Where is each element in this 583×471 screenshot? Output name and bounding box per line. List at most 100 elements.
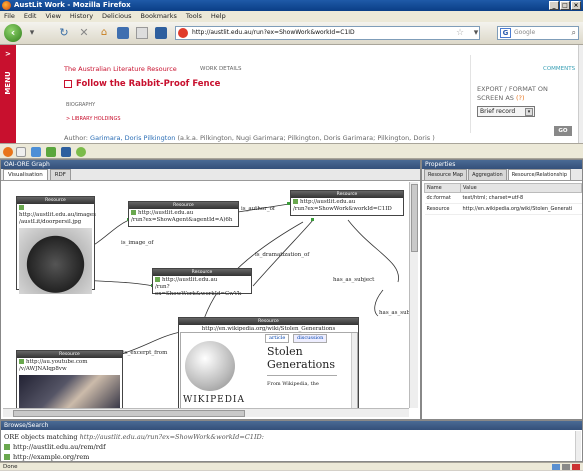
export-help-link[interactable]: (?) bbox=[516, 94, 525, 102]
export-format-select[interactable]: Brief record ▾ bbox=[477, 106, 535, 117]
video-thumbnail-image bbox=[19, 375, 120, 408]
search-input[interactable]: G Google ⌕ bbox=[497, 26, 579, 40]
edge-label-has-as-subject: has_as_subject bbox=[333, 277, 375, 283]
menu-edit[interactable]: Edit bbox=[24, 11, 37, 22]
tab-resource-map[interactable]: Resource Map bbox=[424, 169, 468, 180]
node-url-line2: /v/AWJNAIqp8vw bbox=[19, 366, 67, 372]
wikipedia-wordmark: WIKIPEDIA bbox=[183, 395, 245, 405]
reload-icon[interactable]: ↻ bbox=[58, 27, 70, 39]
open-icon[interactable] bbox=[31, 147, 41, 157]
minimize-button[interactable]: _ bbox=[549, 1, 559, 10]
author-aka: (a.k.a. Pilkington, Nugi Garimara; Pilki… bbox=[177, 134, 435, 142]
library-holdings-link[interactable]: > LIBRARY HOLDINGS bbox=[66, 116, 121, 122]
matching-query: http://austlit.edu.au/run?ex=ShowWork&wo… bbox=[79, 433, 264, 441]
ore-logo-icon[interactable] bbox=[3, 147, 13, 157]
graph-canvas[interactable]: Resource http://austlit.edu.au/images /a… bbox=[3, 182, 409, 408]
forward-dropdown-icon[interactable]: ▾ bbox=[26, 27, 38, 39]
graph-node-dramatization[interactable]: Resource http://austlit.edu.au /run?ex=S… bbox=[152, 268, 252, 297]
firebug-icon[interactable] bbox=[572, 464, 580, 470]
property-value[interactable]: http://en.wikipedia.org/wiki/Stolen_Gene… bbox=[460, 203, 582, 215]
delicious-icon[interactable] bbox=[552, 464, 560, 470]
menu-tools[interactable]: Tools bbox=[186, 11, 202, 22]
menu-history[interactable]: History bbox=[70, 11, 93, 22]
maximize-button[interactable]: □ bbox=[560, 1, 570, 10]
column-header-name[interactable]: Name bbox=[424, 183, 461, 193]
graph-vertical-scrollbar[interactable] bbox=[409, 182, 418, 408]
search-icon[interactable]: ⌕ bbox=[572, 27, 576, 39]
new-document-icon[interactable] bbox=[16, 147, 26, 157]
wiki-tab-article[interactable]: article bbox=[265, 334, 290, 343]
matching-prefix: ORE objects matching bbox=[4, 433, 78, 441]
property-value[interactable]: text/html; charset=utf-8 bbox=[460, 192, 582, 204]
table-row[interactable]: Resource http://en.wikipedia.org/wiki/St… bbox=[424, 203, 582, 215]
wikipedia-preview: WIKIPEDIA article discussion Stolen Gene… bbox=[180, 332, 358, 408]
node-url-line1: http://austlit.edu.au/images bbox=[19, 205, 96, 219]
node-url-line2: /run?ex=ShowWork&workId=CwVk bbox=[155, 284, 242, 297]
node-url-line1: http://austlit.edu.au bbox=[293, 199, 401, 206]
list-item[interactable]: http://example.org/rem bbox=[4, 453, 89, 461]
menu-help[interactable]: Help bbox=[211, 11, 226, 22]
edge-label-image-of: is_image_of bbox=[121, 240, 154, 246]
comments-link[interactable]: COMMENTS bbox=[543, 66, 575, 72]
dropdown-arrow-icon[interactable]: ▾ bbox=[525, 108, 533, 116]
properties-panel-title: Properties bbox=[422, 160, 582, 169]
node-header: Resource bbox=[17, 351, 122, 358]
edge-label-has-as-subject-2: has_as_sub bbox=[379, 310, 409, 316]
print-icon[interactable] bbox=[136, 27, 148, 39]
graph-node-work[interactable]: Resource http://austlit.edu.au /run?ex=S… bbox=[290, 190, 404, 216]
list-item-label: http://example.org/rem bbox=[13, 453, 90, 461]
history-dropdown-icon[interactable]: ▾ bbox=[470, 27, 482, 39]
graph-horizontal-scrollbar[interactable] bbox=[3, 408, 409, 417]
menu-view[interactable]: View bbox=[45, 11, 60, 22]
table-row[interactable]: dc:format text/html; charset=utf-8 bbox=[424, 192, 582, 204]
addon-icon[interactable] bbox=[562, 464, 570, 470]
node-url-line2: /austLit/doorpersil.jpg bbox=[19, 219, 82, 225]
back-button[interactable]: ‹ bbox=[4, 24, 22, 42]
go-button[interactable]: GO bbox=[554, 126, 572, 136]
page-scrollbar[interactable] bbox=[578, 45, 583, 143]
column-header-value[interactable]: Value bbox=[460, 183, 582, 193]
bookmark-icon[interactable] bbox=[117, 27, 129, 39]
close-button[interactable]: × bbox=[571, 1, 581, 10]
export-format-value: Brief record bbox=[480, 108, 516, 115]
author-link[interactable]: Garimara, Doris Pilkington bbox=[90, 134, 175, 142]
site-name-link[interactable]: The Australian Literature Resource bbox=[64, 65, 177, 73]
tab-visualisation[interactable]: Visualisation bbox=[3, 169, 48, 180]
side-menu-tab[interactable]: MENU > bbox=[0, 45, 16, 143]
divider bbox=[470, 55, 471, 133]
save-icon[interactable] bbox=[155, 27, 167, 39]
window-title: AustLit Work - Mozilla Firefox bbox=[14, 1, 131, 9]
stop-icon[interactable]: ✕ bbox=[78, 27, 90, 39]
list-item[interactable]: http://austlit.edu.au/rem/rdf bbox=[4, 443, 105, 451]
home-icon[interactable]: ⌂ bbox=[98, 27, 110, 39]
graph-node-agent[interactable]: Resource http://austlit.edu.au /run?ex=S… bbox=[128, 201, 239, 227]
graph-node-wikipedia[interactable]: Resource http://en.wikipedia.org/wiki/St… bbox=[178, 317, 359, 408]
wiki-scrollbar[interactable] bbox=[351, 333, 357, 408]
menu-file[interactable]: File bbox=[4, 11, 15, 22]
search-placeholder: Google bbox=[514, 29, 536, 36]
refresh-icon[interactable] bbox=[76, 147, 86, 157]
browse-search-panel: Browse/Search ORE objects matching http:… bbox=[0, 420, 583, 462]
biography-link[interactable]: BIOGRAPHY bbox=[66, 102, 95, 108]
menu-delicious[interactable]: Delicious bbox=[102, 11, 131, 22]
edge-label-dramatization-of: is_dramatization_of bbox=[255, 252, 310, 258]
browse-scrollbar[interactable] bbox=[575, 431, 581, 461]
save-icon[interactable] bbox=[61, 147, 71, 157]
address-bar[interactable]: http://austlit.edu.au/run?ex=ShowWork&wo… bbox=[175, 26, 480, 40]
add-icon[interactable] bbox=[46, 147, 56, 157]
work-title: Follow the Rabbit-Proof Fence bbox=[76, 79, 221, 89]
tab-resource-relationship[interactable]: Resource/Relationship bbox=[507, 169, 571, 180]
graph-node-youtube[interactable]: Resource http://au.youtube.com /v/AWJNAI… bbox=[16, 350, 123, 408]
scroll-thumb[interactable] bbox=[13, 410, 245, 417]
wiki-tab-discussion[interactable]: discussion bbox=[293, 334, 328, 343]
node-header: Resource bbox=[129, 202, 238, 209]
graph-node-image[interactable]: Resource http://austlit.edu.au/images /a… bbox=[16, 196, 96, 294]
tab-aggregation[interactable]: Aggregation bbox=[468, 169, 507, 180]
node-url-line1: http://au.youtube.com bbox=[19, 359, 120, 366]
tab-rdf[interactable]: RDF bbox=[49, 169, 71, 180]
menu-bookmarks[interactable]: Bookmarks bbox=[141, 11, 177, 22]
author-label: Author: bbox=[64, 134, 88, 142]
scroll-thumb[interactable] bbox=[411, 184, 418, 252]
bookmark-star-icon[interactable]: ☆ bbox=[454, 27, 466, 39]
resource-icon bbox=[19, 359, 24, 364]
